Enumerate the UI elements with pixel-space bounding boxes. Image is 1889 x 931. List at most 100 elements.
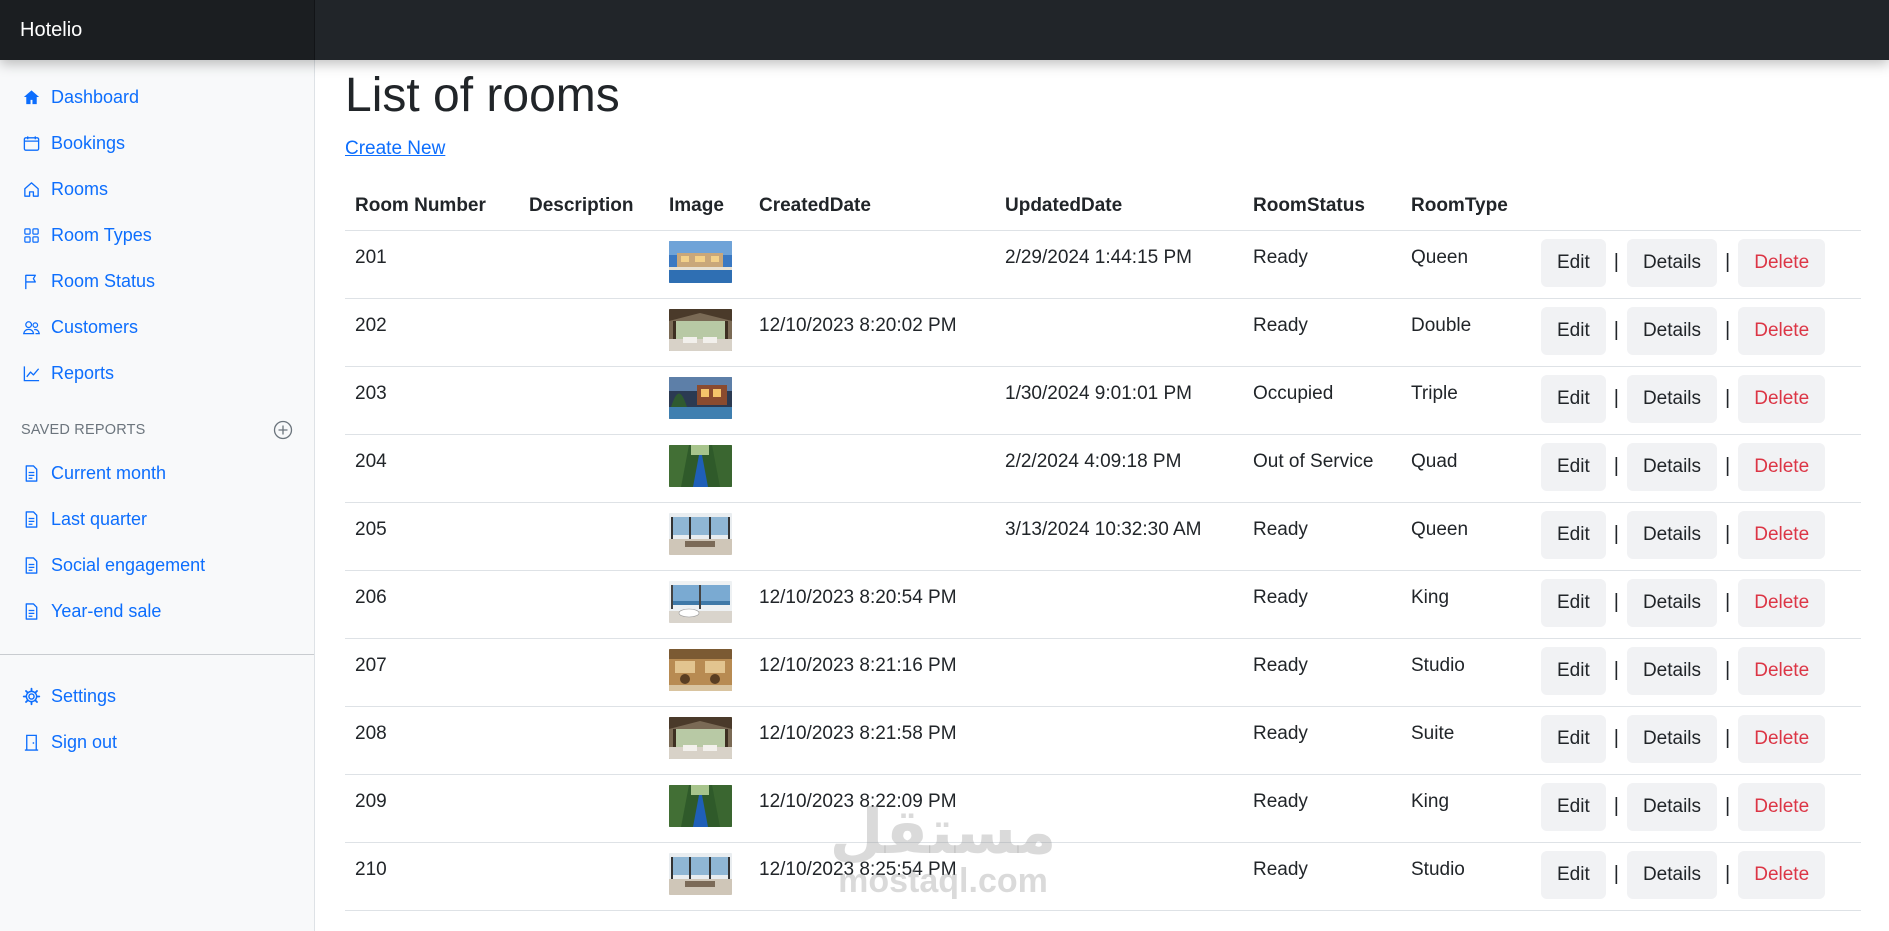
table-row: 208 12/10/2023 8:21:58 PM Ready Suite Edit | D… xyxy=(345,706,1861,775)
action-separator: | xyxy=(1613,795,1619,817)
details-button[interactable]: Details xyxy=(1626,238,1718,287)
room-status-cell: Ready xyxy=(1243,774,1401,843)
edit-button[interactable]: Edit xyxy=(1541,850,1606,899)
action-separator: | xyxy=(1613,727,1619,749)
description-cell xyxy=(519,366,659,435)
edit-button[interactable]: Edit xyxy=(1541,306,1606,355)
created-date-cell xyxy=(749,502,995,571)
delete-button[interactable]: Delete xyxy=(1738,238,1826,287)
file-icon xyxy=(20,554,42,576)
actions-cell: Edit | Details | Delete xyxy=(1531,230,1861,299)
room-thumbnail-image xyxy=(669,784,732,827)
column-header-roomstatus: RoomStatus xyxy=(1243,182,1401,231)
sidebar-item-rooms[interactable]: Rooms xyxy=(0,166,314,212)
delete-button[interactable]: Delete xyxy=(1738,578,1826,627)
sidebar-item-customers[interactable]: Customers xyxy=(0,304,314,350)
sidebar-item-room-status[interactable]: Room Status xyxy=(0,258,314,304)
description-cell xyxy=(519,298,659,367)
room-type-cell: Quad xyxy=(1401,434,1531,503)
delete-button[interactable]: Delete xyxy=(1738,442,1826,491)
home-outline-icon xyxy=(20,178,42,200)
updated-date-cell: 2/29/2024 1:44:15 PM xyxy=(995,230,1243,299)
table-row: 209 12/10/2023 8:22:09 PM Ready King Edit | De… xyxy=(345,774,1861,843)
top-navbar: Hotelio xyxy=(0,0,1889,60)
sidebar-item-sign-out[interactable]: Sign out xyxy=(0,719,314,765)
add-report-icon[interactable] xyxy=(272,419,294,441)
image-cell xyxy=(659,366,749,435)
actions-cell: Edit | Details | Delete xyxy=(1531,298,1861,367)
sidebar-item-label: Room Types xyxy=(51,224,152,245)
updated-date-cell xyxy=(995,706,1243,775)
description-cell xyxy=(519,774,659,843)
sidebar-item-bookings[interactable]: Bookings xyxy=(0,120,314,166)
room-number-cell: 201 xyxy=(345,230,519,299)
create-new-link[interactable]: Create New xyxy=(345,138,445,160)
action-separator: | xyxy=(1613,523,1619,545)
edit-button[interactable]: Edit xyxy=(1541,782,1606,831)
action-separator: | xyxy=(1725,319,1731,341)
details-button[interactable]: Details xyxy=(1626,374,1718,423)
details-button[interactable]: Details xyxy=(1626,714,1718,763)
actions-cell: Edit | Details | Delete xyxy=(1531,774,1861,843)
room-status-cell: Occupied xyxy=(1243,366,1401,435)
edit-button[interactable]: Edit xyxy=(1541,442,1606,491)
room-status-cell: Ready xyxy=(1243,230,1401,299)
description-cell xyxy=(519,638,659,707)
sidebar-item-year-end-sale[interactable]: Year-end sale xyxy=(0,588,314,634)
action-separator: | xyxy=(1613,659,1619,681)
created-date-cell: 12/10/2023 8:25:54 PM xyxy=(749,842,995,911)
details-button[interactable]: Details xyxy=(1626,782,1718,831)
delete-button[interactable]: Delete xyxy=(1738,714,1826,763)
delete-button[interactable]: Delete xyxy=(1738,306,1826,355)
image-cell xyxy=(659,298,749,367)
details-button[interactable]: Details xyxy=(1626,646,1718,695)
column-header-description: Description xyxy=(519,182,659,231)
room-type-cell: King xyxy=(1401,774,1531,843)
room-thumbnail-image xyxy=(669,308,732,351)
sidebar-item-current-month[interactable]: Current month xyxy=(0,450,314,496)
sidebar-item-reports[interactable]: Reports xyxy=(0,350,314,396)
action-separator: | xyxy=(1725,387,1731,409)
room-status-cell: Ready xyxy=(1243,842,1401,911)
updated-date-cell xyxy=(995,638,1243,707)
sidebar-item-label: Last quarter xyxy=(51,508,148,529)
actions-cell: Edit | Details | Delete xyxy=(1531,502,1861,571)
edit-button[interactable]: Edit xyxy=(1541,714,1606,763)
action-separator: | xyxy=(1613,455,1619,477)
action-separator: | xyxy=(1725,251,1731,273)
edit-button[interactable]: Edit xyxy=(1541,510,1606,559)
edit-button[interactable]: Edit xyxy=(1541,238,1606,287)
sidebar-item-social-engagement[interactable]: Social engagement xyxy=(0,542,314,588)
delete-button[interactable]: Delete xyxy=(1738,646,1826,695)
details-button[interactable]: Details xyxy=(1626,850,1718,899)
delete-button[interactable]: Delete xyxy=(1738,374,1826,423)
details-button[interactable]: Details xyxy=(1626,306,1718,355)
edit-button[interactable]: Edit xyxy=(1541,578,1606,627)
sidebar-item-dashboard[interactable]: Dashboard xyxy=(0,74,314,120)
image-cell xyxy=(659,434,749,503)
brand-logo[interactable]: Hotelio xyxy=(0,0,315,60)
action-separator: | xyxy=(1613,319,1619,341)
column-header-image: Image xyxy=(659,182,749,231)
edit-button[interactable]: Edit xyxy=(1541,374,1606,423)
sidebar: Dashboard Bookings Rooms Room Types Room Sta… xyxy=(0,60,315,931)
delete-button[interactable]: Delete xyxy=(1738,782,1826,831)
delete-button[interactable]: Delete xyxy=(1738,850,1826,899)
created-date-cell: 12/10/2023 8:20:02 PM xyxy=(749,298,995,367)
details-button[interactable]: Details xyxy=(1626,442,1718,491)
action-separator: | xyxy=(1613,251,1619,273)
room-number-cell: 204 xyxy=(345,434,519,503)
room-type-cell: Suite xyxy=(1401,706,1531,775)
sidebar-item-label: Current month xyxy=(51,462,167,483)
table-row: 202 12/10/2023 8:20:02 PM Ready Double Edit |… xyxy=(345,298,1861,367)
edit-button[interactable]: Edit xyxy=(1541,646,1606,695)
sidebar-item-last-quarter[interactable]: Last quarter xyxy=(0,496,314,542)
sidebar-item-room-types[interactable]: Room Types xyxy=(0,212,314,258)
room-type-cell: King xyxy=(1401,570,1531,639)
file-icon xyxy=(20,600,42,622)
details-button[interactable]: Details xyxy=(1626,578,1718,627)
delete-button[interactable]: Delete xyxy=(1738,510,1826,559)
table-header-row: Room Number Description Image CreatedDate Up… xyxy=(345,182,1861,231)
sidebar-item-settings[interactable]: Settings xyxy=(0,673,314,719)
details-button[interactable]: Details xyxy=(1626,510,1718,559)
